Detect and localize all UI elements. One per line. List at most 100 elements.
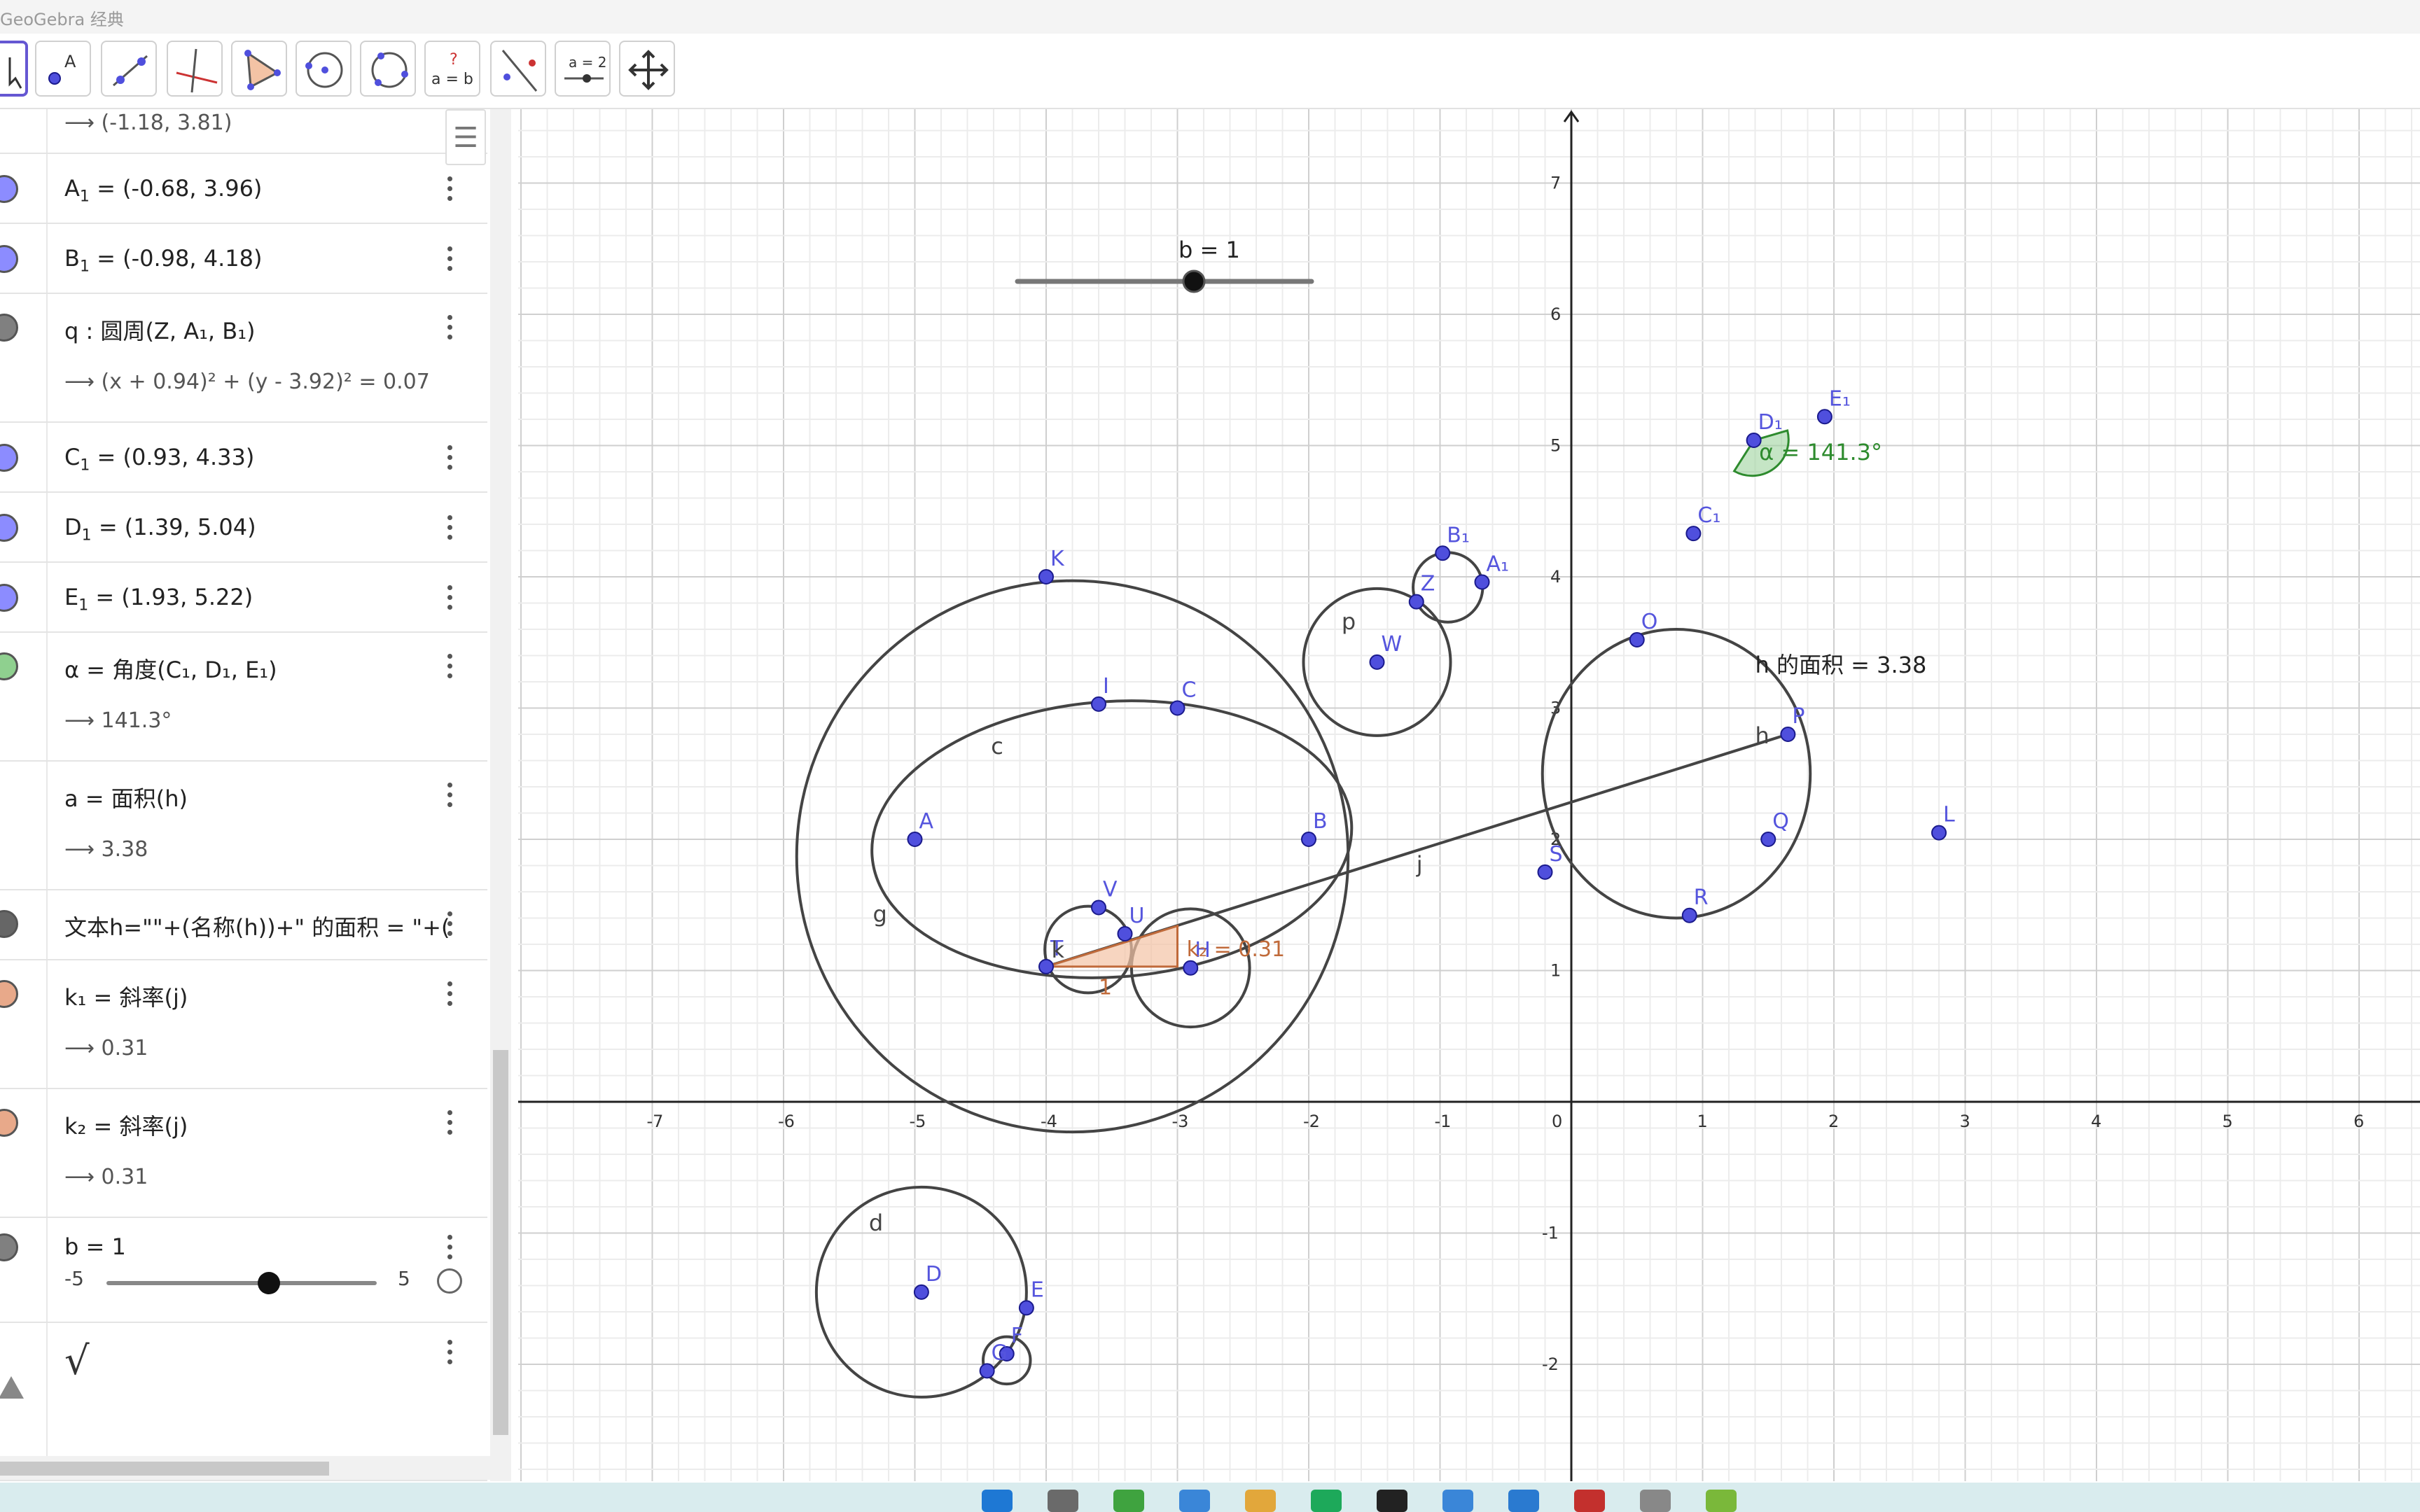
definition[interactable]: 文本h=""+(名称(h))+" 的面积 = "+( <box>64 910 450 942</box>
app-icon[interactable] <box>1574 1490 1605 1512</box>
point-C1[interactable] <box>1685 526 1702 542</box>
row-menu-icon[interactable] <box>444 515 455 543</box>
circle-center-point-tool[interactable] <box>295 41 352 97</box>
point-U[interactable] <box>1117 926 1133 941</box>
algebra-view[interactable]: ☰ ⟶ (-1.18, 3.81) A1 = (-0.68, 3.96) B1 = (… <box>0 109 493 1481</box>
definition[interactable]: B1 = (-0.98, 4.18) <box>64 245 262 275</box>
point-Z[interactable] <box>1408 594 1424 610</box>
slider-tool[interactable]: a = 2 <box>555 41 611 97</box>
algebra-row[interactable]: q : 圆周(Z, A₁, B₁) ⟶ (x + 0.94)² + (y - 3.… <box>0 294 487 423</box>
point-L[interactable] <box>1931 825 1947 841</box>
visibility-toggle[interactable] <box>0 1233 18 1261</box>
point-G[interactable] <box>979 1363 995 1379</box>
algebra-row[interactable]: b = 1 -5 5 <box>0 1218 487 1323</box>
definition[interactable]: b = 1 <box>64 1233 126 1260</box>
perpendicular-tool[interactable] <box>167 41 223 97</box>
polygon-tool[interactable] <box>231 41 287 97</box>
algebra-row[interactable]: ⟶ (-1.18, 3.81) <box>0 109 487 154</box>
point-A[interactable] <box>907 832 923 847</box>
row-menu-icon[interactable] <box>444 1340 455 1368</box>
visibility-toggle[interactable] <box>0 584 18 612</box>
algebra-row[interactable]: B1 = (-0.98, 4.18) <box>0 224 487 294</box>
point-V[interactable] <box>1091 899 1106 916</box>
row-menu-icon[interactable] <box>444 315 455 343</box>
move-view-tool[interactable] <box>619 41 675 97</box>
relation-tool[interactable]: ? a = b <box>424 41 480 97</box>
point-A1[interactable] <box>1474 574 1490 590</box>
row-menu-icon[interactable] <box>444 981 455 1009</box>
visibility-toggle[interactable] <box>0 175 18 203</box>
reflect-tool[interactable] <box>490 41 546 97</box>
row-menu-icon[interactable] <box>444 1235 455 1263</box>
start-icon[interactable] <box>982 1490 1013 1512</box>
slope-triangle[interactable] <box>1045 924 1178 968</box>
point-D[interactable] <box>913 1284 929 1300</box>
point-Q[interactable] <box>1760 832 1776 847</box>
row-menu-icon[interactable] <box>444 585 455 613</box>
definition[interactable]: D1 = (1.39, 5.04) <box>64 514 256 544</box>
algebra-vertical-scrollbar[interactable] <box>490 109 511 1481</box>
algebra-row[interactable]: k₁ = 斜率(j) ⟶ 0.31 <box>0 960 487 1089</box>
row-menu-icon[interactable] <box>444 911 455 939</box>
algebra-horizontal-scrollbar[interactable] <box>0 1456 490 1480</box>
app-icon[interactable] <box>1508 1490 1539 1512</box>
algebra-row[interactable]: a = 面积(h) ⟶ 3.38 <box>0 762 487 890</box>
algebra-row[interactable]: C1 = (0.93, 4.33) <box>0 423 487 493</box>
visibility-toggle[interactable] <box>0 1109 18 1137</box>
definition[interactable]: √ <box>64 1338 90 1384</box>
visibility-toggle[interactable] <box>0 910 18 938</box>
row-menu-icon[interactable] <box>444 1110 455 1138</box>
algebra-row[interactable]: E1 = (1.93, 5.22) <box>0 563 487 633</box>
visibility-toggle[interactable] <box>0 444 18 472</box>
tiktok-icon[interactable] <box>1377 1490 1407 1512</box>
definition[interactable]: E1 = (1.93, 5.22) <box>64 584 253 614</box>
row-menu-icon[interactable] <box>444 445 455 473</box>
wechat-icon[interactable] <box>1311 1490 1342 1512</box>
row-menu-icon[interactable] <box>444 176 455 204</box>
graphics-slider-handle[interactable] <box>1182 270 1206 293</box>
point-O[interactable] <box>1629 632 1645 648</box>
point-C[interactable] <box>1169 700 1185 716</box>
app-icon[interactable] <box>1179 1490 1210 1512</box>
algebra-row[interactable]: k₂ = 斜率(j) ⟶ 0.31 <box>0 1089 487 1218</box>
folder-icon[interactable] <box>1245 1490 1276 1512</box>
algebra-row[interactable]: D1 = (1.39, 5.04) <box>0 493 487 563</box>
definition[interactable]: a = 面积(h) <box>64 781 188 813</box>
definition[interactable]: q : 圆周(Z, A₁, B₁) <box>64 314 256 346</box>
algebra-row[interactable]: 文本h=""+(名称(h))+" 的面积 = "+( <box>0 890 487 960</box>
point-tool[interactable]: A <box>35 41 91 97</box>
graphics-canvas[interactable]: -7 -6 -5 -4 -3 -2 -1 0 1 2 3 4 5 67654321-1-2b = 1A BC… <box>518 109 2420 1481</box>
definition[interactable]: k₁ = 斜率(j) <box>64 980 188 1012</box>
line-tool[interactable] <box>101 41 157 97</box>
visibility-toggle[interactable] <box>0 980 18 1008</box>
definition[interactable]: k₂ = 斜率(j) <box>64 1109 188 1141</box>
scrollbar-thumb[interactable] <box>493 1050 508 1435</box>
row-menu-icon[interactable] <box>444 246 455 274</box>
scrollbar-thumb[interactable] <box>0 1462 329 1476</box>
point-E[interactable] <box>1018 1300 1034 1316</box>
point-R[interactable] <box>1681 907 1697 923</box>
point-E1[interactable] <box>1816 409 1833 425</box>
point-K[interactable] <box>1038 569 1054 584</box>
geogebra-icon[interactable] <box>1706 1490 1737 1512</box>
app-icon[interactable] <box>1640 1490 1671 1512</box>
circle-three-points-tool[interactable] <box>360 41 416 97</box>
point-P[interactable] <box>1780 727 1796 742</box>
app-icon[interactable] <box>1113 1490 1144 1512</box>
visibility-toggle[interactable] <box>0 314 18 342</box>
calendar-icon[interactable] <box>1442 1490 1473 1512</box>
visibility-toggle[interactable] <box>0 652 18 680</box>
search-icon[interactable] <box>1048 1490 1078 1512</box>
move-tool[interactable] <box>0 41 28 97</box>
point-W[interactable] <box>1369 654 1385 670</box>
play-button[interactable] <box>437 1268 462 1294</box>
point-I[interactable] <box>1091 696 1106 712</box>
visibility-toggle[interactable] <box>0 245 18 273</box>
algebra-row[interactable]: A1 = (-0.68, 3.96) <box>0 154 487 224</box>
point-B[interactable] <box>1301 832 1316 847</box>
graphics-view[interactable]: -7 -6 -5 -4 -3 -2 -1 0 1 2 3 4 5 6 7 6 5 4 3 2 1 -1 -2 b = 1ABC… <box>518 109 2420 1481</box>
slider-handle[interactable] <box>257 1272 280 1294</box>
definition[interactable]: α = 角度(C₁, D₁, E₁) <box>64 652 277 685</box>
row-menu-icon[interactable] <box>444 654 455 682</box>
point-H[interactable] <box>1183 960 1199 976</box>
